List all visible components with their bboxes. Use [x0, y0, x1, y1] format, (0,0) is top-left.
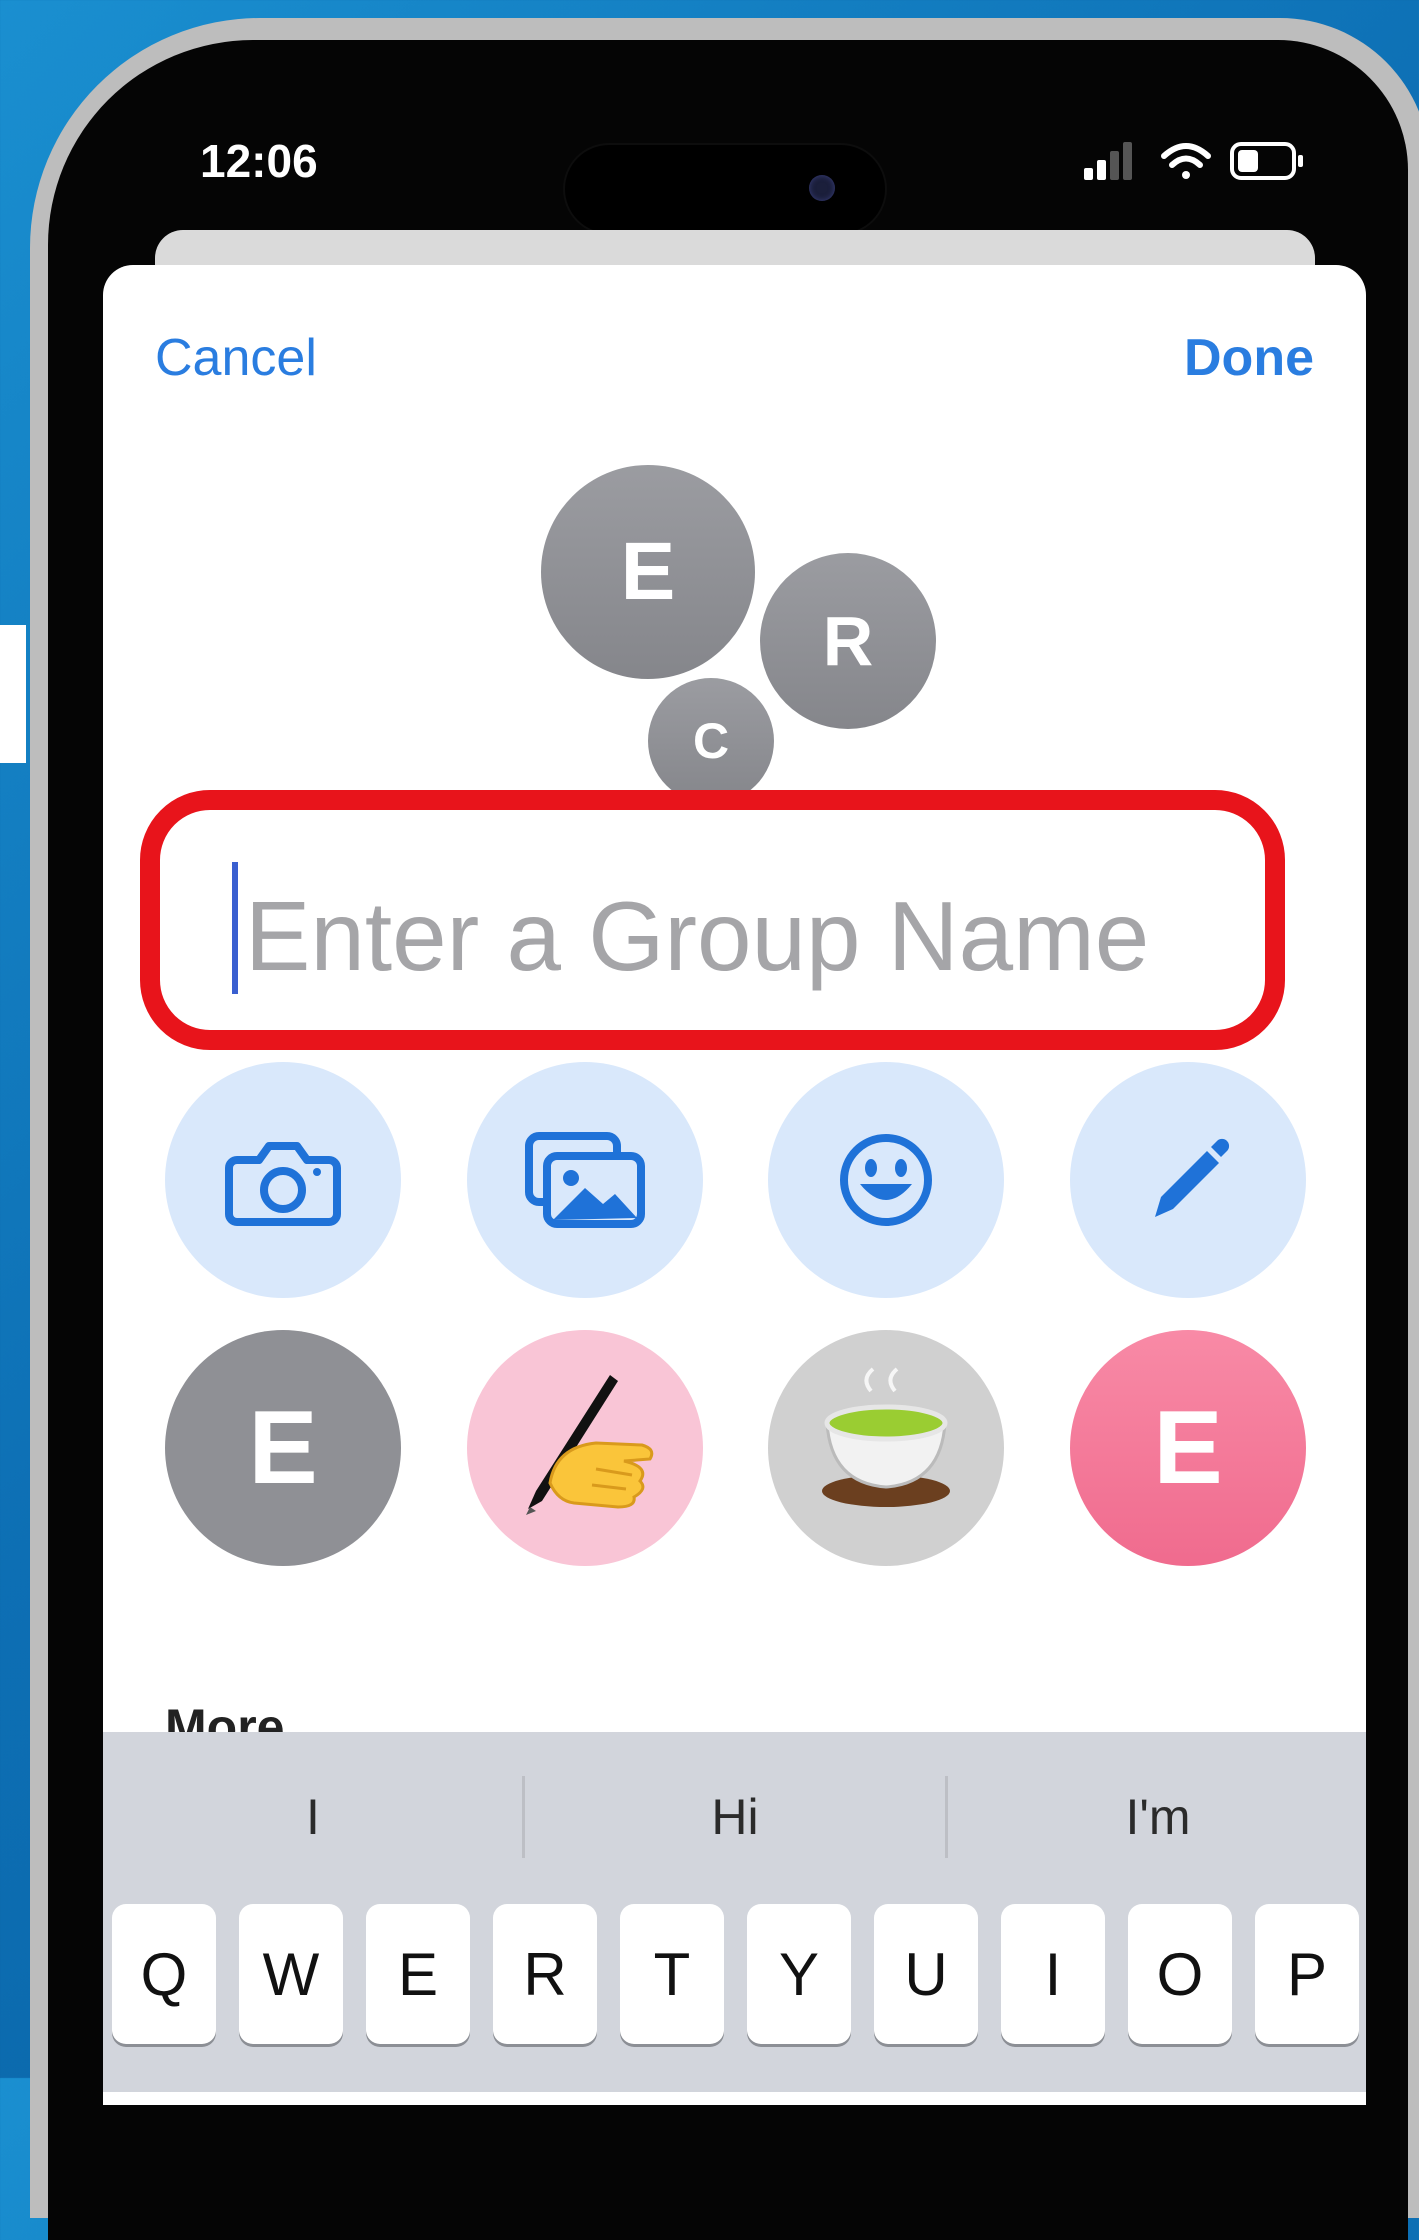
- avatar-option-monogram-pink[interactable]: E: [1070, 1330, 1306, 1566]
- dynamic-island: [565, 145, 885, 233]
- text-caret: [232, 862, 238, 994]
- avatar-option-green-tea[interactable]: [768, 1330, 1004, 1566]
- key-w[interactable]: W: [239, 1904, 343, 2044]
- front-camera: [809, 175, 835, 201]
- wifi-icon: [1161, 143, 1211, 179]
- signal-icon: [1084, 142, 1132, 180]
- cancel-button[interactable]: Cancel: [155, 328, 317, 388]
- status-icons: [1082, 138, 1312, 188]
- group-avatar-r: R: [760, 553, 936, 729]
- avatar-option-monogram-gray[interactable]: E: [165, 1330, 401, 1566]
- group-name-placeholder: Enter a Group Name: [245, 881, 1150, 991]
- emoji-option-button[interactable]: [768, 1062, 1004, 1298]
- group-avatar-c: C: [648, 678, 774, 804]
- avatar-option-letter: E: [1153, 1389, 1223, 1506]
- avatar-option-writing-hand[interactable]: [467, 1330, 703, 1566]
- suggestion-1[interactable]: I: [103, 1788, 523, 1846]
- writing-hand-emoji-icon: [500, 1351, 670, 1546]
- key-o[interactable]: O: [1128, 1904, 1232, 2044]
- suggestion-2[interactable]: Hi: [525, 1788, 945, 1846]
- background-edge-bar: [0, 625, 26, 763]
- photos-icon: [523, 1130, 647, 1230]
- key-i[interactable]: I: [1001, 1904, 1105, 2044]
- key-u[interactable]: U: [874, 1904, 978, 2044]
- pencil-option-button[interactable]: [1070, 1062, 1306, 1298]
- more-section-label: More: [165, 1699, 285, 1732]
- suggestion-3[interactable]: I'm: [948, 1788, 1368, 1846]
- battery-icon: [1230, 142, 1303, 180]
- key-r[interactable]: R: [493, 1904, 597, 2044]
- avatar-option-letter: E: [248, 1389, 318, 1506]
- emoji-icon: [836, 1130, 936, 1230]
- pencil-icon: [1143, 1135, 1233, 1225]
- camera-option-button[interactable]: [165, 1062, 401, 1298]
- photos-option-button[interactable]: [467, 1062, 703, 1298]
- key-y[interactable]: Y: [747, 1904, 851, 2044]
- key-t[interactable]: T: [620, 1904, 724, 2044]
- green-tea-emoji-icon: [801, 1351, 971, 1546]
- key-p[interactable]: P: [1255, 1904, 1359, 2044]
- key-e[interactable]: E: [366, 1904, 470, 2044]
- key-q[interactable]: Q: [112, 1904, 216, 2044]
- done-button[interactable]: Done: [1184, 328, 1314, 388]
- status-time: 12:06: [200, 135, 318, 187]
- group-avatar-e: E: [541, 465, 755, 679]
- camera-icon: [223, 1130, 343, 1230]
